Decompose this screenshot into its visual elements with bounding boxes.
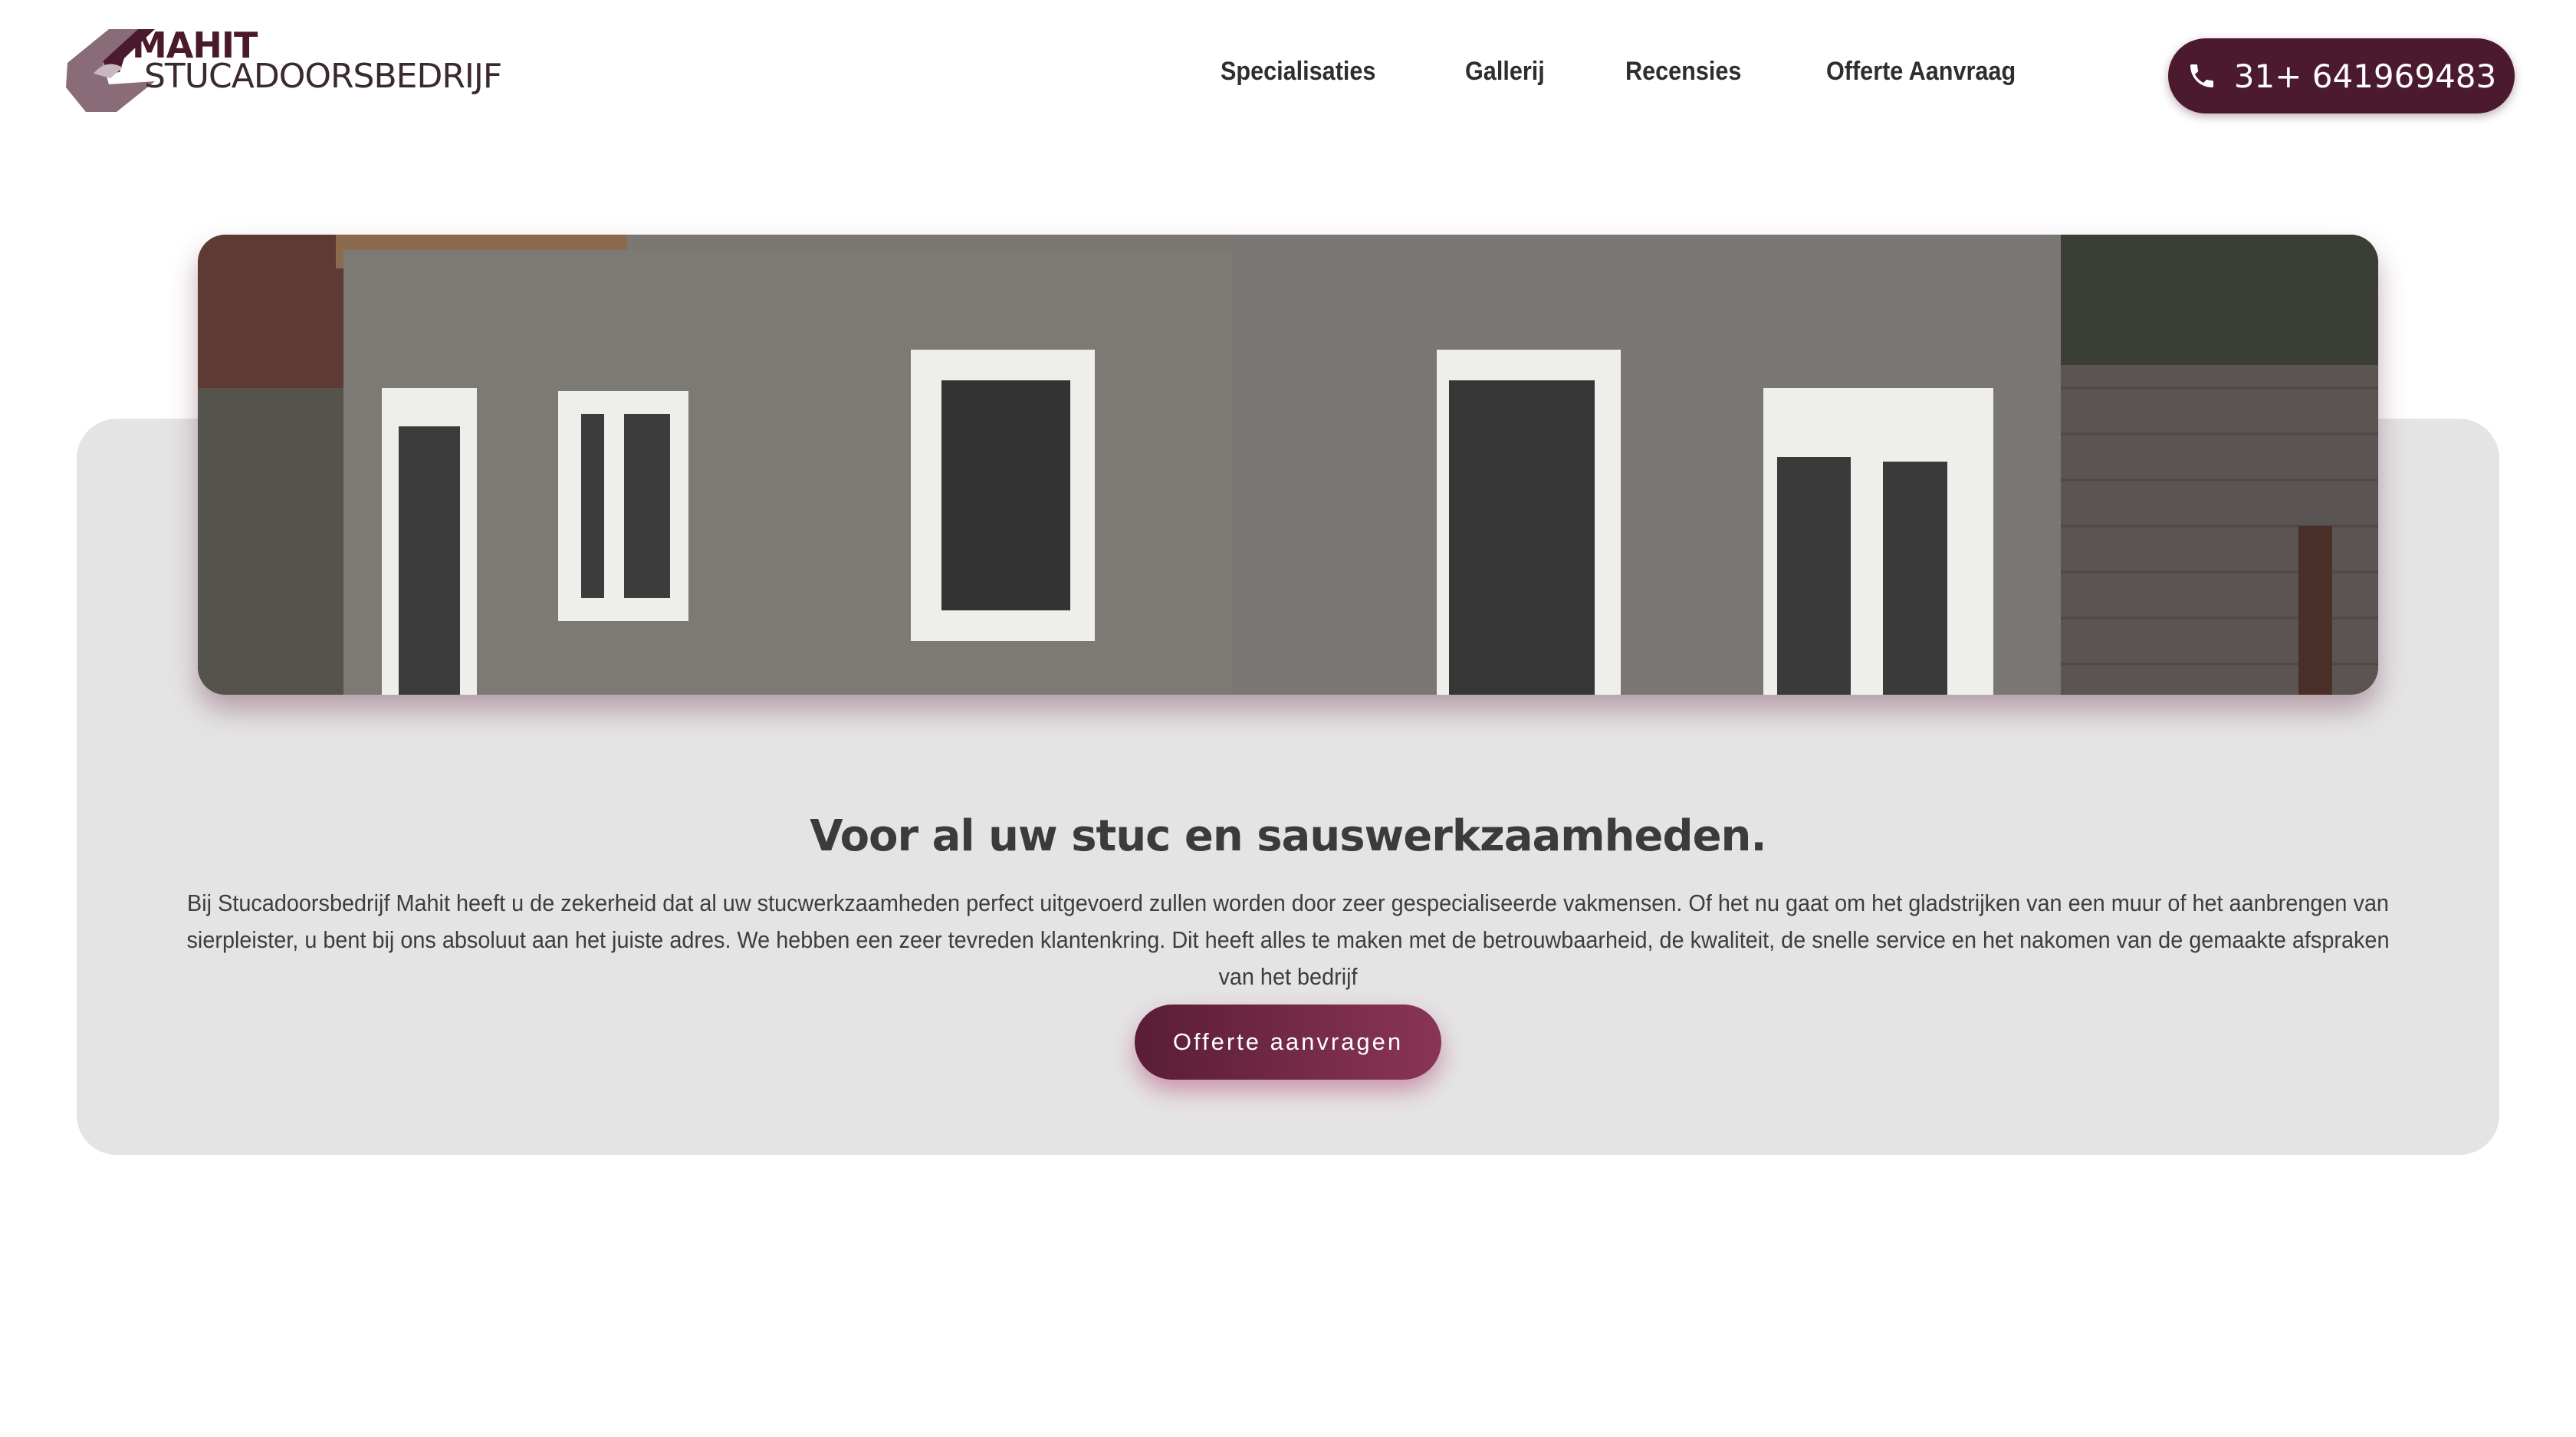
hero-headline: Voor al uw stuc en sauswerkzaamheden. [810, 811, 1766, 861]
brand-subtitle: STUCADOORSBEDRIJF [144, 57, 502, 96]
phone-button[interactable]: 31+ 641969483 [2168, 38, 2515, 113]
offerte-aanvragen-button[interactable]: Offerte aanvragen [1135, 1005, 1441, 1080]
hero-body-text: Bij Stucadoorsbedrijf Mahit heeft u de z… [186, 889, 2390, 990]
brand-logo[interactable]: MAHIT STUCADOORSBEDRIJF [63, 28, 523, 113]
house-facade-photo [198, 235, 2378, 695]
phone-icon [2190, 64, 2213, 87]
main-nav: Specialisaties Gallerij Recensies Offert… [1221, 57, 2109, 87]
nav-item-specialisaties[interactable]: Specialisaties [1221, 57, 1375, 87]
site-header: MAHIT STUCADOORSBEDRIJF Specialisaties G… [0, 0, 2576, 153]
nav-item-offerte-aanvraag[interactable]: Offerte Aanvraag [1826, 57, 2016, 87]
phone-number: 31+ 641969483 [2233, 57, 2497, 95]
nav-item-recensies[interactable]: Recensies [1625, 57, 1741, 87]
nav-item-gallerij[interactable]: Gallerij [1465, 57, 1545, 87]
